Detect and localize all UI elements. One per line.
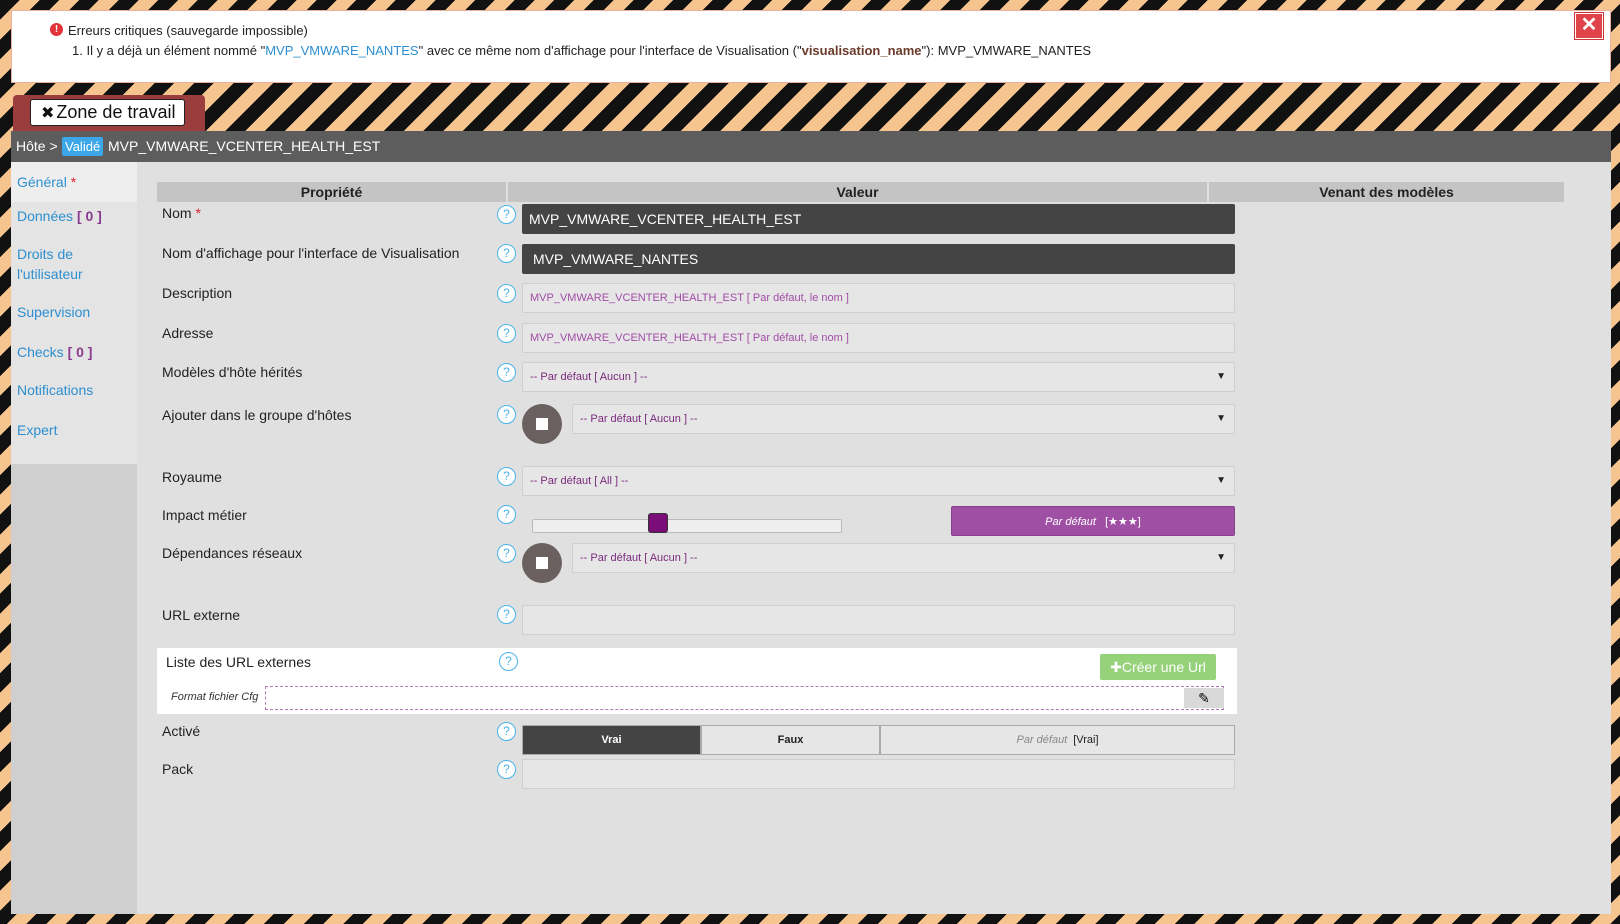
sidebar-item-general[interactable]: Général *	[11, 162, 137, 202]
sidebar-item-donnees[interactable]: Données [ 0 ]	[17, 206, 102, 226]
active-true-button[interactable]: Vrai	[522, 725, 701, 755]
breadcrumb: Hôte > Validé MVP_VMWARE_VCENTER_HEALTH_…	[11, 131, 1611, 162]
help-icon[interactable]: ?	[497, 722, 516, 741]
external-url-input[interactable]	[522, 605, 1235, 635]
help-icon[interactable]: ?	[497, 405, 516, 424]
help-icon[interactable]: ?	[499, 652, 518, 671]
breadcrumb-host[interactable]: Hôte >	[16, 131, 58, 162]
field-label-nom: Nom *	[162, 205, 201, 221]
error-panel: ! Erreurs critiques (sauvegarde impossib…	[11, 10, 1611, 83]
address-input[interactable]: MVP_VMWARE_VCENTER_HEALTH_EST [ Par défa…	[522, 323, 1235, 353]
error-title: Erreurs critiques (sauvegarde impossible…	[68, 23, 308, 38]
external-url-list-panel: Liste des URL externes ? ✚Créer une Url …	[157, 648, 1237, 714]
sidebar-item-expert[interactable]: Expert	[17, 420, 57, 440]
field-label-description: Description	[162, 285, 233, 301]
hostgroup-toggle-button[interactable]	[522, 404, 562, 444]
column-header-property: Propriété	[157, 182, 506, 202]
field-label-address: Adresse	[162, 325, 214, 341]
close-icon[interactable]: ✕	[1575, 13, 1603, 39]
field-label-dependencies: Dépendances réseaux	[162, 545, 303, 561]
field-label-impact: Impact métier	[162, 507, 247, 523]
create-url-button[interactable]: ✚Créer une Url	[1100, 654, 1216, 680]
field-label-url-list: Liste des URL externes	[166, 654, 311, 670]
realm-select[interactable]: -- Par défaut [ All ] -- ▼	[522, 466, 1235, 496]
column-header-templates: Venant des modèles	[1209, 182, 1564, 202]
display-name-input[interactable]: MVP_VMWARE_NANTES	[522, 244, 1235, 274]
chevron-down-icon: ▼	[1216, 371, 1226, 382]
help-icon[interactable]: ?	[497, 605, 516, 624]
field-label-active: Activé	[162, 723, 201, 739]
sidebar: Général * Données [ 0 ] Droits de l'utili…	[11, 162, 137, 914]
main-content: Général * Données [ 0 ] Droits de l'utili…	[11, 162, 1611, 914]
help-icon[interactable]: ?	[497, 467, 516, 486]
hostgroup-select[interactable]: -- Par défaut [ Aucun ] -- ▼	[572, 404, 1235, 434]
plus-icon: ✚	[1110, 659, 1122, 675]
field-label-pack: Pack	[162, 761, 194, 777]
chevron-down-icon: ▼	[1216, 413, 1226, 424]
help-icon[interactable]: ?	[497, 544, 516, 563]
help-icon[interactable]: ?	[497, 760, 516, 779]
error-icon: !	[50, 23, 63, 36]
field-label-templates: Modèles d'hôte hérités	[162, 364, 303, 380]
field-label-hostgroup: Ajouter dans le groupe d'hôtes	[162, 407, 352, 423]
impact-slider-track[interactable]	[532, 519, 842, 533]
chevron-down-icon: ▼	[1216, 552, 1226, 563]
dependencies-toggle-button[interactable]	[522, 543, 562, 583]
cfg-format-label: Format fichier Cfg	[171, 691, 259, 703]
stop-icon	[536, 418, 548, 430]
field-label-external-url: URL externe	[162, 607, 241, 623]
help-icon[interactable]: ?	[497, 505, 516, 524]
field-label-realm: Royaume	[162, 469, 222, 485]
sidebar-item-supervision[interactable]: Supervision	[17, 302, 90, 322]
help-icon[interactable]: ?	[497, 324, 516, 343]
help-icon[interactable]: ?	[497, 205, 516, 224]
column-header-value: Valeur	[508, 182, 1207, 202]
impact-default-button[interactable]: Par défaut [★★★]	[951, 506, 1235, 536]
active-false-button[interactable]: Faux	[701, 725, 880, 755]
help-icon[interactable]: ?	[497, 363, 516, 382]
sidebar-item-checks[interactable]: Checks [ 0 ]	[17, 342, 92, 362]
cfg-format-field[interactable]: ✎	[265, 686, 1224, 710]
chevron-down-icon: ▼	[1216, 475, 1226, 486]
active-default-button[interactable]: Par défaut [Vrai]	[880, 725, 1235, 755]
help-icon[interactable]: ?	[497, 244, 516, 263]
name-input[interactable]: MVP_VMWARE_VCENTER_HEALTH_EST	[522, 204, 1235, 234]
field-label-display-name: Nom d'affichage pour l'interface de Visu…	[162, 245, 460, 261]
description-input[interactable]: MVP_VMWARE_VCENTER_HEALTH_EST [ Par défa…	[522, 283, 1235, 313]
dependencies-select[interactable]: -- Par défaut [ Aucun ] -- ▼	[572, 543, 1235, 573]
sidebar-item-droits[interactable]: Droits de l'utilisateur	[17, 244, 83, 284]
error-message: 1. Il y a déjà un élément nommé "MVP_VMW…	[72, 43, 1092, 58]
stop-icon	[536, 557, 548, 569]
status-badge: Validé	[62, 137, 104, 156]
pack-input[interactable]	[522, 759, 1235, 789]
templates-select[interactable]: -- Par défaut [ Aucun ] -- ▼	[522, 362, 1235, 392]
pencil-icon[interactable]: ✎	[1184, 688, 1224, 708]
help-icon[interactable]: ?	[497, 284, 516, 303]
sidebar-item-notifications[interactable]: Notifications	[17, 380, 93, 400]
impact-slider-handle[interactable]	[648, 513, 668, 533]
page-title: MVP_VMWARE_VCENTER_HEALTH_EST	[108, 138, 381, 154]
tools-icon: ✖	[41, 105, 55, 122]
workspace-button[interactable]: ✖ Zone de travail	[30, 99, 185, 126]
error-element-link[interactable]: MVP_VMWARE_NANTES	[265, 43, 418, 58]
